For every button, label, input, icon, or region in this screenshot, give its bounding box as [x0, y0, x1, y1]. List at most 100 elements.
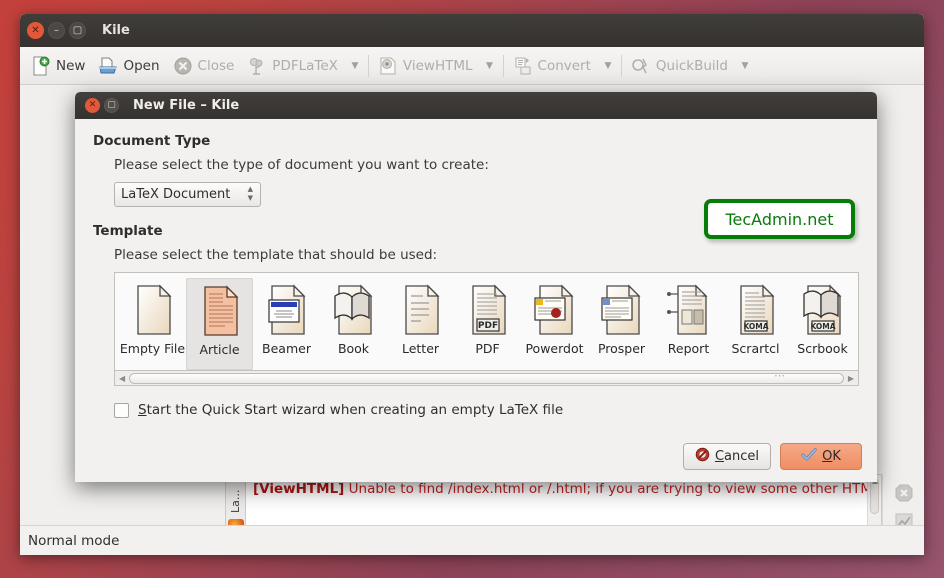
convert-icon: [513, 56, 533, 76]
maximize-icon: ▢: [72, 24, 83, 36]
template-item-scrbook[interactable]: KOMA Scrbook: [789, 278, 856, 370]
quickstart-checkbox-label: Start the Quick Start wizard when creati…: [138, 402, 563, 418]
template-scroll-thumb[interactable]: [129, 369, 844, 384]
document-type-group-label: Document Type: [93, 133, 211, 149]
cancel-button[interactable]: Cancel: [682, 443, 771, 470]
ok-label-rest: K: [832, 449, 841, 464]
svg-text:KOMA: KOMA: [810, 322, 835, 331]
new-document-icon: [31, 55, 51, 76]
log-tab-label: La...: [229, 489, 242, 513]
toolbar-button-pdflatex[interactable]: PDFLaTeX: [242, 53, 346, 79]
dialog-maximize-button[interactable]: ▢: [104, 98, 119, 113]
template-item-book[interactable]: Book: [320, 278, 387, 370]
toolbar-button-quickbuild[interactable]: QuickBuild: [626, 53, 736, 79]
template-item-scrlttr2[interactable]: KOMA Scrlttr2: [856, 278, 858, 370]
template-list[interactable]: Empty File Article Beamer Book Letter PD…: [114, 272, 859, 370]
scroll-right-icon[interactable]: ▶: [848, 374, 854, 383]
toolbar-label-pdflatex: PDFLaTeX: [272, 57, 338, 74]
prosper-slide-icon: [598, 282, 646, 338]
window-close-button[interactable]: ✕: [27, 22, 44, 39]
toolbar-button-new[interactable]: New: [26, 53, 93, 79]
quickstart-checkbox-row[interactable]: Start the Quick Start wizard when creati…: [114, 402, 859, 418]
template-instruction: Please select the template that should b…: [114, 247, 438, 263]
letter-page-icon: [397, 282, 445, 338]
ok-button[interactable]: OK: [780, 443, 862, 470]
template-label: Powerdot: [525, 341, 584, 356]
template-item-report[interactable]: Report: [655, 278, 722, 370]
maximize-icon: ▢: [107, 100, 116, 110]
quickstart-accel: S: [138, 402, 147, 418]
open-folder-icon: [98, 56, 118, 76]
koma-book-icon: KOMA: [799, 282, 847, 338]
quickbuild-icon: [631, 56, 651, 76]
main-window-title: Kile: [102, 23, 130, 38]
template-item-prosper[interactable]: Prosper: [588, 278, 655, 370]
dialog-title: New File – Kile: [133, 98, 240, 113]
template-item-beamer[interactable]: Beamer: [253, 278, 320, 370]
viewhtml-icon: [378, 56, 398, 76]
template-label: Empty File: [119, 341, 186, 356]
scroll-left-icon[interactable]: ◀: [119, 374, 125, 383]
dialog-titlebar[interactable]: ✕ ▢ New File – Kile: [75, 92, 877, 119]
template-item-powerdot[interactable]: Powerdot: [521, 278, 588, 370]
toolbar-separator: [367, 54, 369, 77]
template-item-letter[interactable]: Letter: [387, 278, 454, 370]
template-label: Prosper: [597, 341, 646, 356]
dialog-close-button[interactable]: ✕: [85, 98, 100, 113]
ok-accel: O: [822, 449, 833, 464]
toolbar-dropdown-quickbuild[interactable]: ▼: [736, 61, 754, 71]
window-maximize-button[interactable]: ▢: [69, 22, 86, 39]
blank-page-icon: [129, 282, 177, 338]
toolbar-separator: [502, 54, 504, 77]
minimize-icon: –: [54, 24, 59, 36]
dialog-body: Document Type Please select the type of …: [75, 119, 877, 418]
article-page-icon: [196, 283, 244, 339]
template-label: Article: [199, 342, 240, 357]
quickstart-label-rest: tart the Quick Start wizard when creatin…: [146, 402, 564, 418]
status-bar: Normal mode: [20, 525, 924, 555]
spinner-arrows-icon[interactable]: ▲ ▼: [248, 186, 253, 202]
template-item-pdf[interactable]: PDF PDF: [454, 278, 521, 370]
svg-text:KOMA: KOMA: [743, 322, 768, 331]
dialog-button-row: Cancel OK: [682, 443, 862, 470]
quickstart-checkbox[interactable]: [114, 402, 129, 418]
template-label: PDF: [475, 341, 500, 356]
template-item-scrartcl[interactable]: KOMA Scrartcl: [722, 278, 789, 370]
cancel-label-rest: ancel: [724, 449, 759, 464]
toolbar-button-close[interactable]: Close: [168, 53, 243, 79]
template-label: Report: [667, 341, 710, 356]
checkmark-icon: [801, 447, 817, 466]
toolbar-dropdown-pdflatex[interactable]: ▼: [346, 61, 364, 71]
tecadmin-watermark: TecAdmin.net: [704, 199, 855, 239]
main-window-titlebar[interactable]: ✕ – ▢ Kile: [20, 14, 924, 47]
toolbar-label-quickbuild: QuickBuild: [655, 57, 728, 74]
close-icon: ✕: [31, 24, 40, 36]
template-label: Beamer: [262, 341, 311, 356]
document-type-instruction: Please select the type of document you w…: [114, 157, 489, 173]
powerdot-slide-icon: [531, 282, 579, 338]
stop-octagon-icon[interactable]: [894, 483, 914, 503]
ok-label: OK: [822, 449, 841, 464]
new-file-dialog: ✕ ▢ New File – Kile Document Type Please…: [75, 92, 877, 482]
svg-text:PDF: PDF: [477, 321, 497, 331]
template-item-empty-file[interactable]: Empty File: [119, 278, 186, 370]
window-minimize-button[interactable]: –: [48, 22, 65, 39]
cancel-label: Cancel: [715, 449, 759, 464]
log-message-body: Unable to find /index.html or /.html; if…: [344, 481, 872, 497]
beamer-slide-icon: [263, 282, 311, 338]
toolbar-dropdown-viewhtml[interactable]: ▼: [481, 61, 499, 71]
close-icon: ✕: [88, 100, 97, 110]
main-toolbar: New Open Close PDFLaTeX ▼ ViewHTML ▼ Con…: [20, 47, 924, 85]
template-label: Scrartcl: [731, 341, 780, 356]
toolbar-dropdown-convert[interactable]: ▼: [599, 61, 617, 71]
toolbar-button-convert[interactable]: Convert: [508, 53, 599, 79]
tecadmin-watermark-text: TecAdmin.net: [725, 209, 834, 229]
book-icon: [330, 282, 378, 338]
pdflatex-icon: [247, 56, 267, 76]
template-horizontal-scrollbar[interactable]: ◀ ▶: [114, 369, 859, 386]
toolbar-button-open[interactable]: Open: [93, 53, 167, 79]
document-type-select[interactable]: LaTeX Document ▲ ▼: [114, 182, 261, 207]
toolbar-label-convert: Convert: [537, 57, 591, 74]
template-item-article[interactable]: Article: [186, 278, 253, 370]
toolbar-button-viewhtml[interactable]: ViewHTML: [373, 53, 481, 79]
